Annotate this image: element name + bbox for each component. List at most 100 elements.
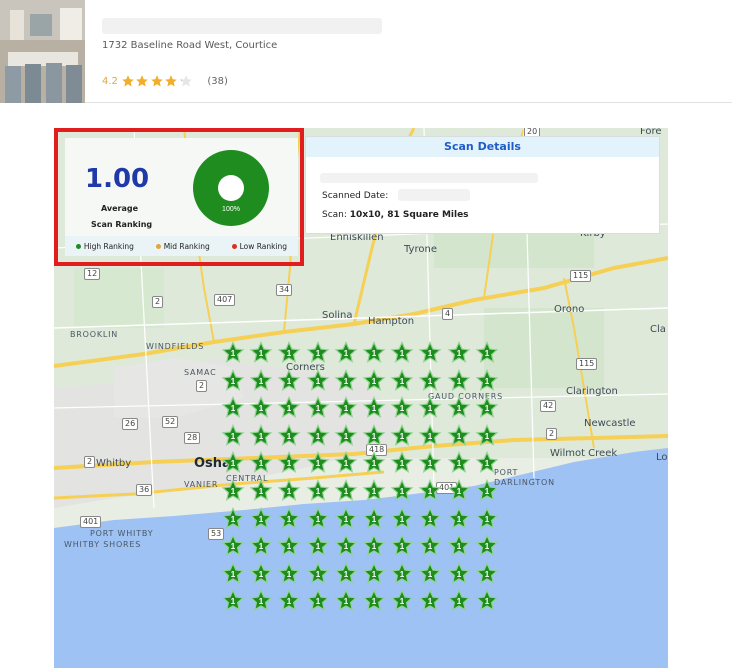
rank-pin[interactable]: 1 — [418, 561, 442, 586]
rank-pin[interactable]: 1 — [390, 368, 414, 393]
rank-pin[interactable]: 1 — [306, 589, 330, 613]
rank-pin[interactable]: 1 — [447, 341, 471, 365]
rank-pin[interactable]: 1 — [390, 479, 414, 503]
rank-pin[interactable]: 1 — [221, 589, 245, 613]
rank-pin[interactable]: 1 — [306, 368, 330, 393]
rank-pin[interactable]: 1 — [277, 423, 301, 448]
rank-pin[interactable]: 1 — [418, 341, 442, 365]
rank-pin[interactable]: 1 — [277, 341, 301, 365]
rank-pin[interactable]: 1 — [334, 341, 358, 365]
rank-pin[interactable]: 1 — [277, 368, 301, 393]
rank-pin[interactable]: 1 — [277, 451, 301, 475]
rank-pin[interactable]: 1 — [447, 396, 471, 420]
rank-pin[interactable]: 1 — [277, 589, 301, 613]
rank-pin[interactable]: 1 — [277, 561, 301, 586]
rank-pin[interactable]: 1 — [362, 396, 386, 420]
rank-pin[interactable]: 1 — [418, 589, 442, 613]
rank-pin[interactable]: 1 — [418, 368, 442, 393]
rank-pin[interactable]: 1 — [390, 451, 414, 475]
rank-pin[interactable]: 1 — [475, 451, 499, 475]
rank-pin[interactable]: 1 — [221, 561, 245, 586]
rank-pin[interactable]: 1 — [362, 479, 386, 503]
rank-pin[interactable]: 1 — [221, 423, 245, 448]
rank-pin[interactable]: 1 — [334, 396, 358, 420]
rank-pin[interactable]: 1 — [475, 396, 499, 420]
rank-pin[interactable]: 1 — [306, 341, 330, 365]
rank-pin[interactable]: 1 — [334, 534, 358, 558]
rank-pin[interactable]: 1 — [390, 589, 414, 613]
rank-pin[interactable]: 1 — [306, 396, 330, 420]
rank-pin[interactable]: 1 — [475, 479, 499, 503]
rank-pin[interactable]: 1 — [475, 423, 499, 448]
rank-pin[interactable]: 1 — [447, 368, 471, 393]
rank-pin[interactable]: 1 — [277, 479, 301, 503]
rank-pin[interactable]: 1 — [334, 368, 358, 393]
rank-pin[interactable]: 1 — [447, 423, 471, 448]
rank-pin[interactable]: 1 — [277, 506, 301, 531]
rank-pin[interactable]: 1 — [418, 534, 442, 558]
rank-pin[interactable]: 1 — [221, 396, 245, 420]
rank-pin[interactable]: 1 — [418, 479, 442, 503]
rank-pin[interactable]: 1 — [221, 368, 245, 393]
rank-pin[interactable]: 1 — [249, 506, 273, 531]
rank-pin[interactable]: 1 — [447, 479, 471, 503]
rank-pin[interactable]: 1 — [390, 561, 414, 586]
rank-pin[interactable]: 1 — [475, 368, 499, 393]
rank-pin[interactable]: 1 — [362, 561, 386, 586]
rank-pin[interactable]: 1 — [334, 506, 358, 531]
rank-pin[interactable]: 1 — [306, 479, 330, 503]
rank-pin[interactable]: 1 — [249, 396, 273, 420]
rank-pin[interactable]: 1 — [362, 451, 386, 475]
rank-pin[interactable]: 1 — [334, 561, 358, 586]
rank-pin[interactable]: 1 — [390, 396, 414, 420]
rank-pin[interactable]: 1 — [475, 589, 499, 613]
rank-pin[interactable]: 1 — [221, 479, 245, 503]
rank-pin[interactable]: 1 — [249, 368, 273, 393]
rank-pin[interactable]: 1 — [249, 423, 273, 448]
rank-pin[interactable]: 1 — [362, 341, 386, 365]
rank-pin[interactable]: 1 — [334, 423, 358, 448]
rank-pin[interactable]: 1 — [221, 506, 245, 531]
rank-pin[interactable]: 1 — [418, 506, 442, 531]
rank-pin[interactable]: 1 — [362, 534, 386, 558]
rank-pin[interactable]: 1 — [475, 506, 499, 531]
rank-pin[interactable]: 1 — [277, 396, 301, 420]
rank-pin[interactable]: 1 — [334, 451, 358, 475]
rank-pin[interactable]: 1 — [221, 341, 245, 365]
rank-pin[interactable]: 1 — [447, 589, 471, 613]
rank-pin[interactable]: 1 — [249, 589, 273, 613]
rank-pin[interactable]: 1 — [475, 561, 499, 586]
rank-pin[interactable]: 1 — [249, 479, 273, 503]
rank-pin[interactable]: 1 — [221, 451, 245, 475]
rank-pin[interactable]: 1 — [390, 534, 414, 558]
rank-pin[interactable]: 1 — [249, 451, 273, 475]
rank-pin[interactable]: 1 — [306, 451, 330, 475]
rank-pin[interactable]: 1 — [306, 561, 330, 586]
rank-pin[interactable]: 1 — [334, 589, 358, 613]
rank-pin[interactable]: 1 — [334, 479, 358, 503]
rank-pin[interactable]: 1 — [447, 506, 471, 531]
rank-pin[interactable]: 1 — [221, 534, 245, 558]
rank-pin[interactable]: 1 — [447, 561, 471, 586]
rank-pin[interactable]: 1 — [475, 534, 499, 558]
rank-pin[interactable]: 1 — [249, 341, 273, 365]
rank-pin[interactable]: 1 — [447, 451, 471, 475]
rank-pin[interactable]: 1 — [390, 506, 414, 531]
business-card[interactable]: 1732 Baseline Road West, Courtice 4.2 (3… — [0, 0, 732, 103]
rank-pin[interactable]: 1 — [418, 423, 442, 448]
rank-pin[interactable]: 1 — [475, 341, 499, 365]
rank-pin[interactable]: 1 — [447, 534, 471, 558]
rank-pin[interactable]: 1 — [418, 396, 442, 420]
rank-pin[interactable]: 1 — [390, 341, 414, 365]
rank-pin[interactable]: 1 — [249, 534, 273, 558]
rank-pin[interactable]: 1 — [362, 589, 386, 613]
rank-pin[interactable]: 1 — [362, 506, 386, 531]
rank-pin[interactable]: 1 — [390, 423, 414, 448]
rank-pin[interactable]: 1 — [306, 506, 330, 531]
rank-pin[interactable]: 1 — [306, 423, 330, 448]
rank-pin[interactable]: 1 — [362, 368, 386, 393]
rank-pin[interactable]: 1 — [362, 423, 386, 448]
rank-pin[interactable]: 1 — [306, 534, 330, 558]
rank-pin[interactable]: 1 — [418, 451, 442, 475]
rank-pin[interactable]: 1 — [277, 534, 301, 558]
